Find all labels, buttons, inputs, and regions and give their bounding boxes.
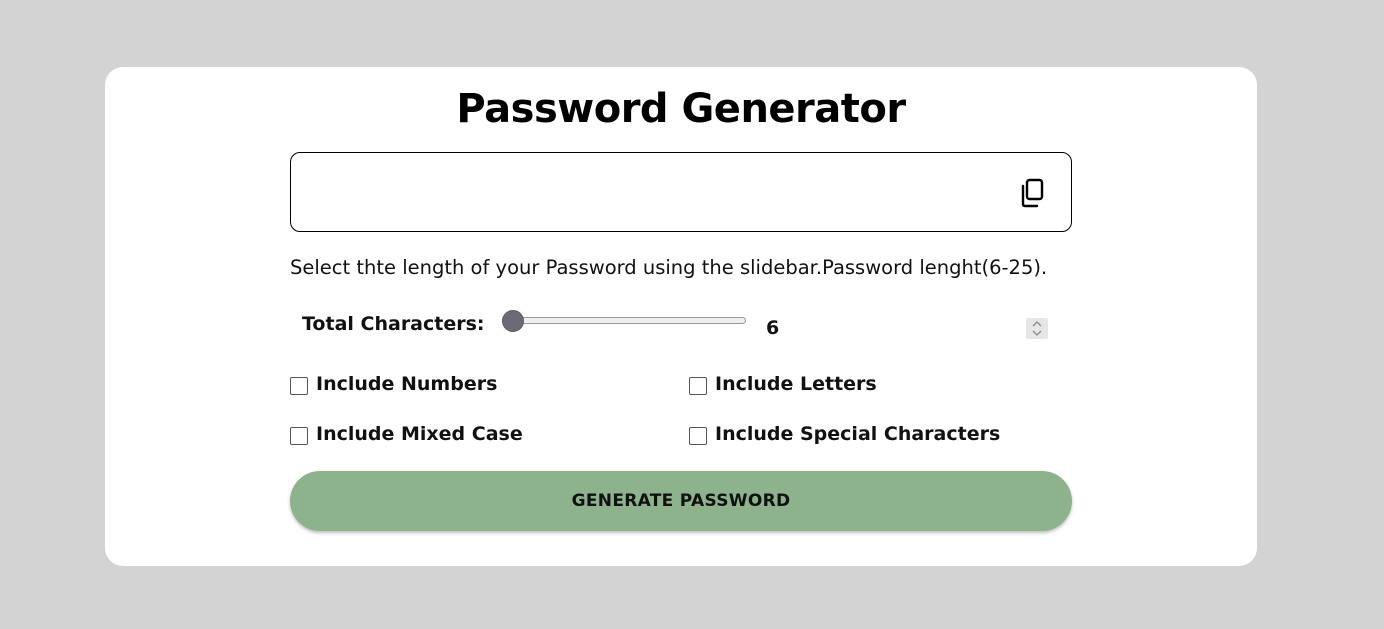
length-slider-thumb[interactable] <box>502 310 524 332</box>
include-mixed-case-label: Include Mixed Case <box>316 423 523 445</box>
copy-icon <box>1021 178 1044 208</box>
include-letters-checkbox[interactable] <box>689 377 707 395</box>
include-special-characters-label: Include Special Characters <box>715 423 1001 445</box>
include-special-characters-checkbox[interactable] <box>689 427 707 445</box>
include-numbers-label: Include Numbers <box>316 373 498 395</box>
password-generator-card: Password Generator Select thte length of… <box>105 67 1257 566</box>
include-numbers-checkbox[interactable] <box>290 377 308 395</box>
generate-password-button[interactable]: GENERATE PASSWORD <box>290 471 1072 531</box>
length-number-input[interactable]: 6 <box>760 315 1048 341</box>
copy-button[interactable] <box>1017 177 1049 209</box>
total-characters-label: Total Characters: <box>302 313 485 335</box>
include-mixed-case-checkbox[interactable] <box>290 427 308 445</box>
include-letters-label: Include Letters <box>715 373 877 395</box>
page-title: Password Generator <box>456 86 906 132</box>
chevron-down-icon[interactable] <box>1032 329 1042 337</box>
length-value: 6 <box>766 317 780 339</box>
chevron-up-icon[interactable] <box>1032 320 1042 328</box>
password-output-field[interactable] <box>303 171 997 213</box>
password-output-box <box>290 152 1072 232</box>
number-spinner[interactable] <box>1026 318 1048 339</box>
length-slider-track[interactable] <box>502 317 746 324</box>
length-instructions: Select thte length of your Password usin… <box>290 256 1048 279</box>
